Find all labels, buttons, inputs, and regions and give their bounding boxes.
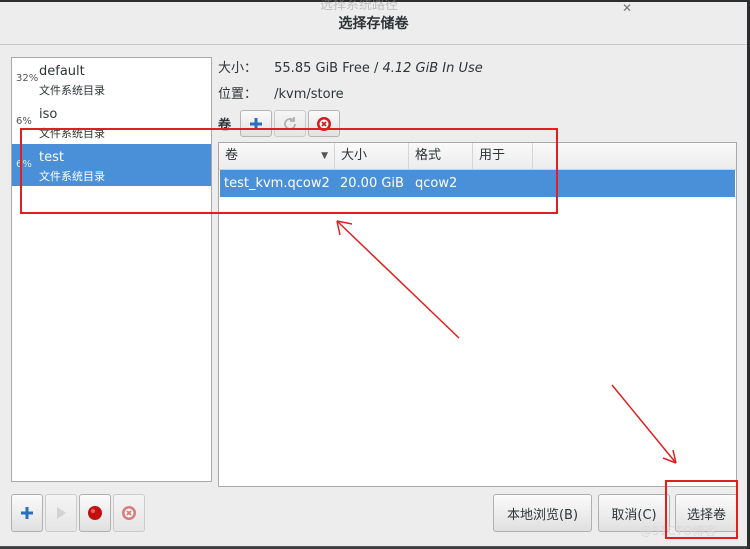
plus-icon [250, 117, 262, 130]
start-pool-button[interactable] [45, 494, 77, 532]
delete-volume-button[interactable] [308, 110, 340, 137]
storage-pool-list[interactable]: 32% default 文件系统目录 6% iso 文件系统目录 6% test… [11, 57, 212, 482]
sort-down-icon: ▼ [321, 151, 328, 161]
pool-item-test[interactable]: 6% test 文件系统目录 [12, 144, 211, 186]
delete-icon [317, 116, 331, 131]
column-header-format[interactable]: 格式 [409, 143, 473, 169]
title-divider [0, 44, 747, 45]
add-volume-button[interactable] [240, 110, 272, 137]
pool-usage-percent: 32% [16, 73, 39, 84]
play-icon [57, 507, 66, 519]
browse-local-button[interactable]: 本地浏览(B) [493, 494, 592, 532]
volume-table[interactable]: 卷 ▼ 大小 格式 用于 test_kvm.qcow2 20.00 GiB qco… [218, 142, 737, 487]
size-label: 大小： [218, 61, 258, 76]
pool-location-row: 位置： /kvm/store [218, 83, 344, 102]
background-window-title: 选择系统路径 [320, 0, 399, 13]
delete-icon [122, 506, 136, 520]
pool-name: test [39, 150, 64, 165]
size-free: 55.85 GiB Free / [274, 61, 379, 76]
select-storage-volume-dialog: 选择系统路径 ✕ 选择存储卷 32% default 文件系统目录 6% iso… [0, 0, 748, 547]
volume-size-cell: 20.00 GiB [340, 176, 404, 191]
size-in-use: 4.12 GiB In Use [382, 61, 483, 76]
location-value: /kvm/store [274, 87, 344, 102]
stop-icon [88, 506, 102, 520]
table-row[interactable]: test_kvm.qcow2 20.00 GiB qcow2 [220, 170, 735, 197]
dialog-title: 选择存储卷 [338, 16, 409, 32]
volumes-label: 卷 [218, 118, 232, 133]
pool-usage-percent: 6% [16, 159, 32, 170]
plus-icon [21, 507, 33, 519]
pool-item-default[interactable]: 32% default 文件系统目录 [12, 58, 211, 100]
pool-item-iso[interactable]: 6% iso 文件系统目录 [12, 101, 211, 143]
volume-format-cell: qcow2 [415, 176, 458, 191]
refresh-volumes-button[interactable] [274, 110, 306, 137]
pool-name: default [39, 64, 85, 79]
watermark-text: @51CTO博客 [640, 524, 717, 538]
location-label: 位置： [218, 87, 258, 102]
pool-name: iso [39, 107, 58, 122]
pool-type: 文件系统目录 [39, 127, 105, 140]
column-header-volume[interactable]: 卷 ▼ [219, 143, 335, 169]
pool-usage-percent: 6% [16, 116, 32, 127]
column-header-size[interactable]: 大小 [335, 143, 409, 169]
refresh-icon [284, 116, 296, 130]
stop-pool-button[interactable] [79, 494, 111, 532]
volume-name-cell: test_kvm.qcow2 [224, 176, 330, 191]
pool-type: 文件系统目录 [39, 170, 105, 183]
add-pool-button[interactable] [11, 494, 43, 532]
volume-table-header: 卷 ▼ 大小 格式 用于 [219, 143, 736, 170]
delete-pool-button[interactable] [113, 494, 145, 532]
column-header-used-by[interactable]: 用于 [473, 143, 533, 169]
pool-size-row: 大小： 55.85 GiB Free / 4.12 GiB In Use [218, 57, 483, 76]
pool-type: 文件系统目录 [39, 84, 105, 97]
